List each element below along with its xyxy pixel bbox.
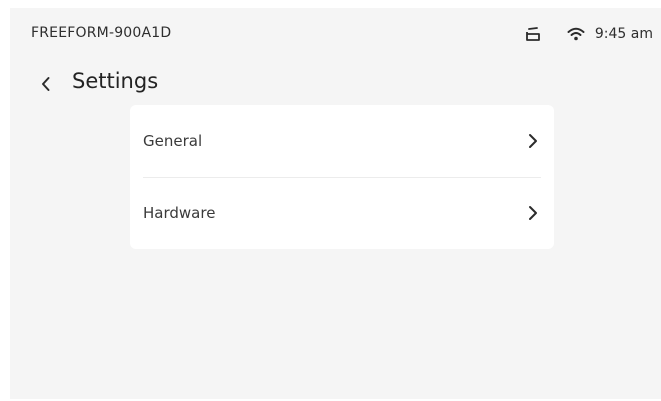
menu-item-label: General [143,132,203,150]
wifi-icon [567,27,585,41]
back-button[interactable] [34,72,58,96]
tray-icon [525,25,541,43]
menu-item-hardware[interactable]: Hardware [130,177,554,249]
status-icons: 9:45 am [525,22,653,46]
chevron-right-icon [529,134,537,148]
page-header: Settings [10,66,661,102]
settings-menu-card: General Hardware [130,105,554,249]
device-name: FREEFORM-900A1D [31,25,172,41]
settings-screen: FREEFORM-900A1D 9:45 am Settings General… [10,8,661,399]
status-bar: FREEFORM-900A1D 9:45 am [10,8,661,60]
chevron-right-icon [529,206,537,220]
menu-item-label: Hardware [143,204,216,222]
page-title: Settings [72,69,159,93]
menu-item-general[interactable]: General [130,105,554,177]
chevron-left-icon [42,77,50,91]
clock: 9:45 am [594,26,653,42]
